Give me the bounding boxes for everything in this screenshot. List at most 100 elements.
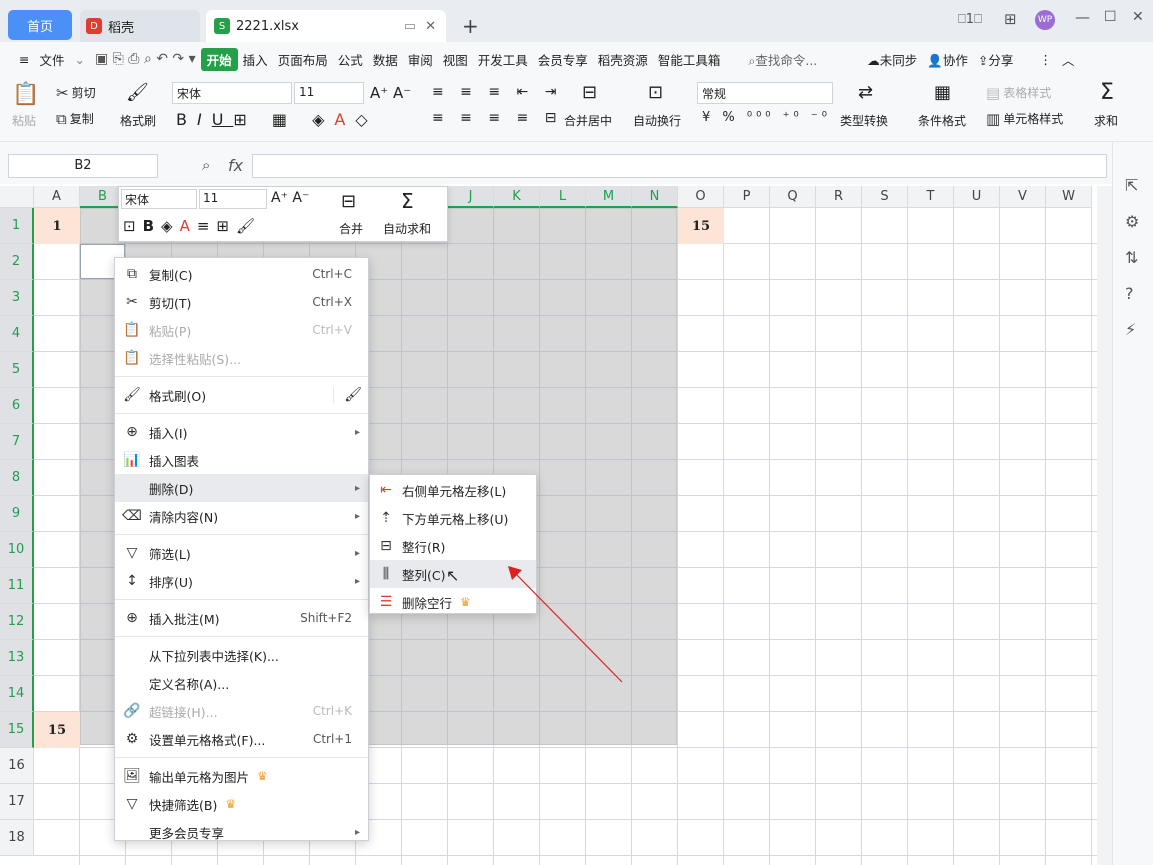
wrap-icon[interactable]: ⊡ [648,82,663,103]
row-header-15[interactable]: 15 [0,712,34,748]
menu-developer[interactable]: 开发工具 [473,50,533,69]
tablet-mode-icon[interactable]: ⎕1⎕ [958,12,982,27]
row-header-10[interactable]: 10 [0,532,34,568]
close-window-icon[interactable]: ✕ [1132,9,1144,25]
submenu-item-entire-row[interactable]: ⊟ 整行(R) [370,532,536,560]
format-painter-icon[interactable]: 🖌 [126,82,149,103]
column-header-S[interactable]: S [862,186,908,208]
zoom-icon[interactable]: ⌕ [202,156,210,174]
column-header-N[interactable]: N [632,186,678,208]
row-header-5[interactable]: 5 [0,352,34,388]
row-header-16[interactable]: 16 [0,748,34,784]
paste-icon[interactable]: 📋 [12,82,39,107]
convert-icon[interactable]: ⇄ [858,82,873,103]
menu-docer-resources[interactable]: 稻壳资源 [593,50,653,69]
cell-style-button[interactable]: ▥ 单元格样式 [986,110,1063,127]
font-style-buttons[interactable]: B I U ⊞ ▦ ◈ A ◇ [176,110,378,129]
conditional-format-button[interactable]: 条件格式 [918,112,966,129]
menu-insert[interactable]: 插入 [238,50,273,69]
column-header-T[interactable]: T [908,186,954,208]
minimize-icon[interactable]: — [1075,8,1090,26]
cell-a1[interactable]: 1 [34,208,80,244]
column-header-W[interactable]: W [1046,186,1092,208]
cell-o1[interactable]: 15 [678,208,724,244]
mini-autosum-button[interactable]: 自动求和 [383,220,431,237]
collapse-ribbon-icon[interactable]: ︿ [1057,50,1080,69]
context-item-filter[interactable]: ▽ 筛选(L) ▸ [115,539,368,567]
font-size-select[interactable]: 11 [294,82,364,104]
number-format-select[interactable]: 常规 [697,82,833,104]
merge-center-button[interactable]: 合并居中 [564,112,612,129]
menu-view[interactable]: 视图 [438,50,473,69]
context-item-hyperlink[interactable]: 🔗 超链接(H)... Ctrl+K [115,697,368,725]
column-header-O[interactable]: O [678,186,724,208]
window-mode-icon[interactable]: ▭ [404,19,416,34]
context-item-quick-filter[interactable]: ▽ 快捷筛选(B) ♛ [115,790,368,818]
copy-button[interactable]: ⧉ 复制 [56,110,94,127]
column-header-M[interactable]: M [586,186,632,208]
type-convert-button[interactable]: 类型转换 [840,112,888,129]
context-item-export-image[interactable]: 🖼 输出单元格为图片 ♛ [115,762,368,790]
mini-merge-icon[interactable]: ⊟ [341,191,356,212]
format-painter-button[interactable]: 格式刷 [120,112,156,129]
context-item-sort[interactable]: ↕ 排序(U) ▸ [115,567,368,595]
column-header-A[interactable]: A [34,186,80,208]
mini-font-select[interactable]: 宋体 [121,189,197,209]
align-bottom-row[interactable]: ≡ ≡ ≡ ≡ ⊟ [432,110,562,126]
row-header-6[interactable]: 6 [0,388,34,424]
menu-member[interactable]: 会员专享 [533,50,593,69]
menu-review[interactable]: 审阅 [403,50,438,69]
context-item-more-member[interactable]: 更多会员专享 ▸ [115,818,368,846]
row-header-17[interactable]: 17 [0,784,34,820]
font-size-controls[interactable]: A⁺ A⁻ [370,84,411,102]
wrap-text-button[interactable]: 自动换行 [633,112,681,129]
context-item-clear-content[interactable]: ⌫ 清除内容(N) ▸ [115,502,368,530]
lightning-icon[interactable]: ⚡ [1125,320,1136,339]
column-header-L[interactable]: L [540,186,586,208]
chevron-down-icon[interactable]: ⌄ [70,52,90,67]
menu-formula[interactable]: 公式 [333,50,368,69]
hamburger-icon[interactable]: ≡ [14,52,34,67]
formula-input[interactable] [252,154,1107,178]
context-item-insert-comment[interactable]: ⊕ 插入批注(M) Shift+F2 [115,604,368,632]
settings-sliders-icon[interactable]: ⚙ [1125,212,1139,231]
column-header-K[interactable]: K [494,186,540,208]
row-header-13[interactable]: 13 [0,640,34,676]
context-item-copy[interactable]: ⧉ 复制(C) Ctrl+C [115,260,368,288]
more-icon[interactable]: ⋮ [1034,52,1057,67]
merge-icon[interactable]: ⊟ [582,82,597,103]
number-format-buttons[interactable]: ¥ % ⁰⁰⁰ ⁺⁰ ⁻⁰ [702,110,831,125]
sync-status[interactable]: ☁未同步 [862,50,922,69]
new-tab-button[interactable]: + [462,14,479,38]
collaborate-button[interactable]: 👤协作 [922,50,973,69]
apps-grid-icon[interactable]: ⊞ [1004,10,1017,28]
name-box[interactable]: B2 [8,154,158,178]
close-tab-icon[interactable]: ✕ [425,19,436,34]
column-header-V[interactable]: V [1000,186,1046,208]
paste-button[interactable]: 粘贴 [12,112,36,129]
row-header-1[interactable]: 1 [0,208,34,244]
sum-icon[interactable]: Σ [1100,80,1114,105]
context-item-format-cells[interactable]: ⚙ 设置单元格格式(F)... Ctrl+1 [115,725,368,753]
mini-size-select[interactable]: 11 [199,189,267,209]
context-item-insert[interactable]: ⊕ 插入(I) ▸ [115,418,368,446]
column-header-Q[interactable]: Q [770,186,816,208]
table-style-button[interactable]: ▤ 表格样式 [986,84,1051,101]
context-item-pick-from-list[interactable]: 从下拉列表中选择(K)... [115,641,368,669]
help-icon[interactable]: ? [1125,284,1134,303]
fx-button[interactable]: fx [228,156,243,175]
column-header-P[interactable]: P [724,186,770,208]
row-header-12[interactable]: 12 [0,604,34,640]
maximize-icon[interactable]: ☐ [1104,9,1117,25]
mini-sum-icon[interactable]: Σ [401,189,414,213]
row-header-7[interactable]: 7 [0,424,34,460]
tab-docer[interactable]: D 稻壳 [80,10,200,42]
tab-file[interactable]: S 2221.xlsx ▭ ✕ [206,10,446,42]
sum-button[interactable]: 求和 [1094,112,1118,129]
transfer-icon[interactable]: ⇅ [1125,248,1138,267]
tab-home[interactable]: 首页 [8,10,72,40]
context-item-delete[interactable]: 删除(D) ▸ [115,474,368,502]
context-item-paste-special[interactable]: 📋 选择性粘贴(S)... [115,344,368,372]
row-header-2[interactable]: 2 [0,244,34,280]
menu-smart-tools[interactable]: 智能工具箱 [653,50,726,69]
